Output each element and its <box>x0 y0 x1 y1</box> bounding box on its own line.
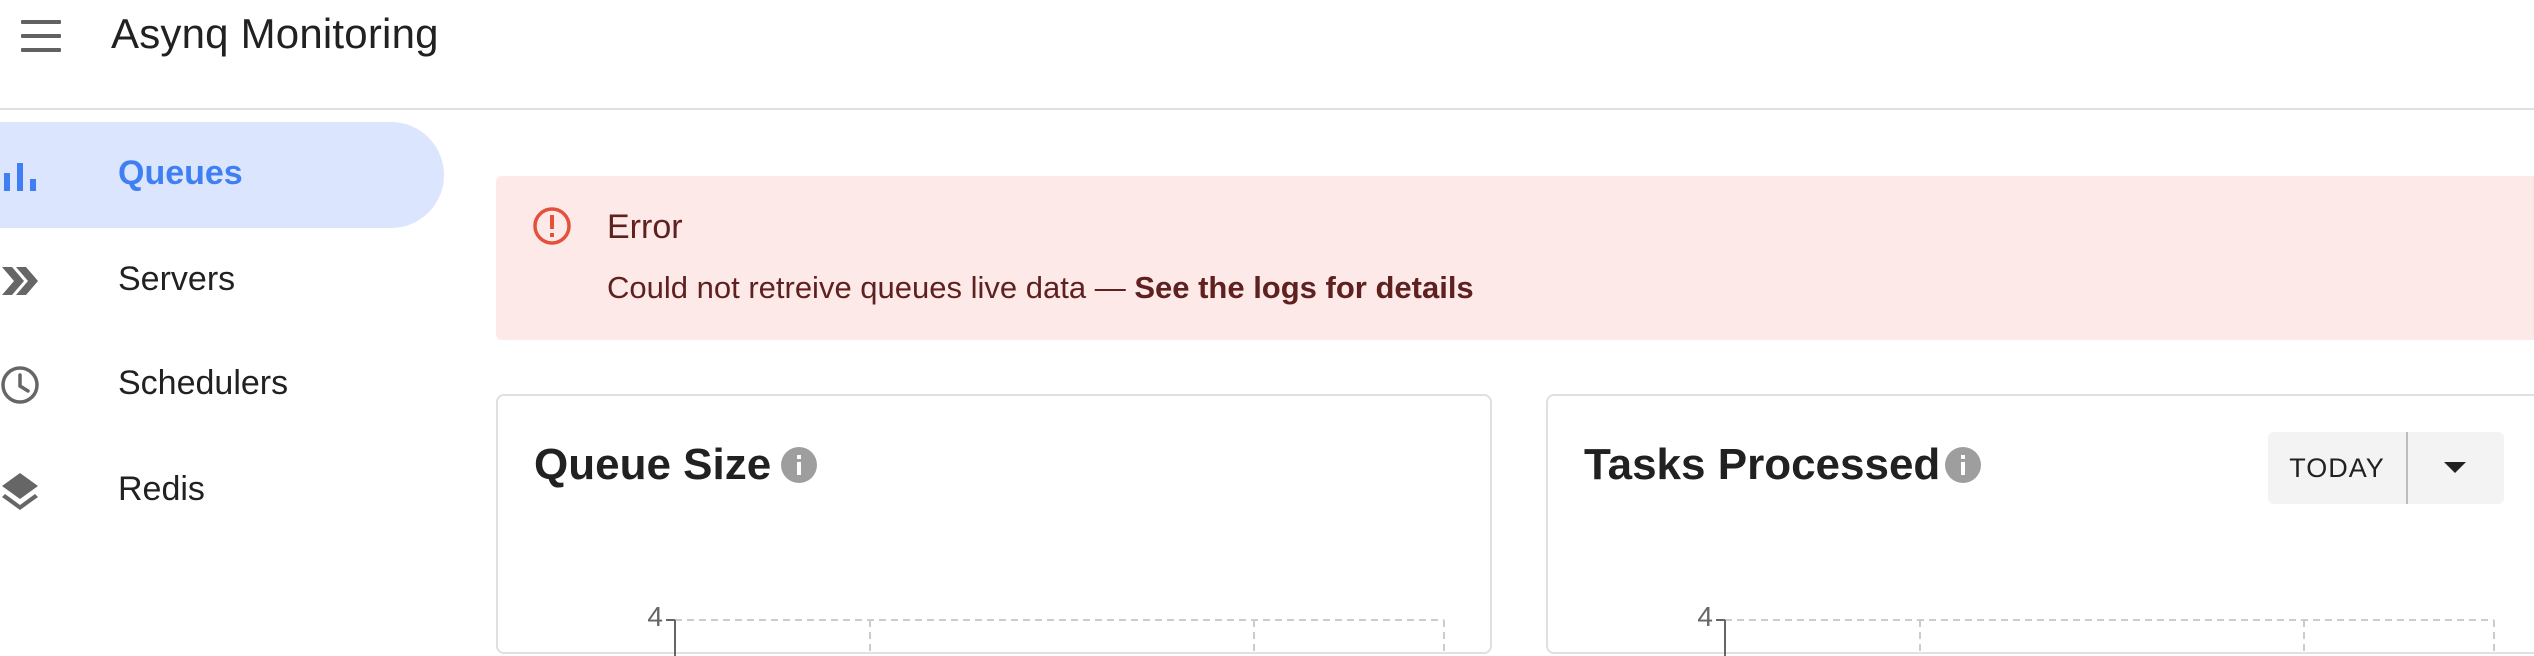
double-chevron-icon <box>2 267 38 295</box>
sidebar: Queues Servers Schedulers Redis <box>0 110 460 620</box>
sidebar-item-label: Redis <box>118 470 205 508</box>
time-range-select[interactable]: TODAY <box>2268 432 2504 504</box>
alert-message-text: Could not retreive queues live data — <box>607 270 1135 305</box>
error-alert: Error Could not retreive queues live dat… <box>496 176 2534 340</box>
layers-icon <box>2 473 38 510</box>
sidebar-item-schedulers[interactable]: Schedulers <box>0 332 444 438</box>
time-range-button[interactable]: TODAY <box>2268 432 2406 504</box>
clock-icon <box>1 366 39 404</box>
queue-size-chart: 4 <box>647 601 1445 656</box>
card-title: Tasks Processed <box>1584 440 1941 489</box>
logs-link[interactable]: See the logs for details <box>1134 270 1473 305</box>
sidebar-item-label: Schedulers <box>118 364 289 402</box>
app-title: Asynq Monitoring <box>111 10 439 57</box>
info-icon[interactable] <box>1944 446 1982 484</box>
queue-size-card: Queue Size 4 <box>496 394 1492 656</box>
bar-chart-icon <box>4 163 36 191</box>
sidebar-item-redis[interactable]: Redis <box>0 438 444 544</box>
sidebar-item-queues[interactable]: Queues <box>0 122 444 228</box>
menu-icon[interactable] <box>18 18 64 54</box>
info-icon[interactable] <box>780 446 818 484</box>
dropdown-arrow-icon[interactable] <box>2408 432 2504 504</box>
sidebar-item-label: Servers <box>118 260 236 298</box>
error-outline-icon <box>533 207 571 245</box>
alert-title: Error <box>607 208 683 246</box>
alert-message: Could not retreive queues live data — Se… <box>607 270 1474 306</box>
sidebar-item-servers[interactable]: Servers <box>0 228 444 334</box>
tasks-processed-chart: 4 <box>1697 601 2495 656</box>
app-bar: Asynq Monitoring <box>0 0 2534 110</box>
y-tick-label: 4 <box>1697 601 1713 632</box>
tasks-processed-card: Tasks Processed TODAY 4 <box>1546 394 2534 656</box>
card-title: Queue Size <box>534 440 772 489</box>
y-tick-label: 4 <box>647 601 663 632</box>
sidebar-item-label: Queues <box>118 154 243 192</box>
